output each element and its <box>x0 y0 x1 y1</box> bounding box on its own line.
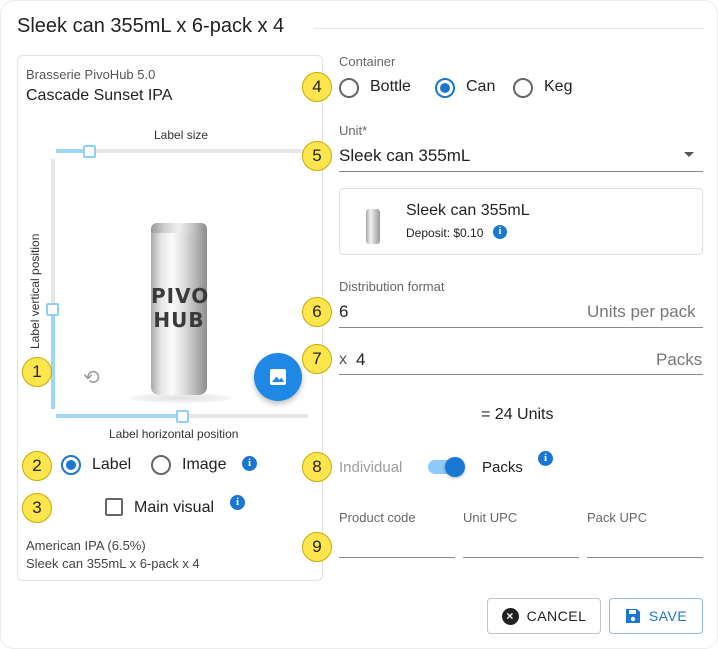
distribution-format-label: Distribution format <box>339 279 445 294</box>
change-image-button[interactable] <box>254 353 302 401</box>
title-divider <box>314 28 704 29</box>
label-horizontal-handle[interactable] <box>176 410 189 423</box>
step-badge-3: 3 <box>22 493 52 523</box>
packs-prefix: x <box>339 351 347 368</box>
packs-input[interactable]: 4 <box>356 350 365 370</box>
label-horizontal-caption: Label horizontal position <box>109 427 239 441</box>
description-style: American IPA (6.5%) <box>26 538 146 553</box>
radio-image-text: Image <box>182 456 227 473</box>
image-icon <box>270 369 286 385</box>
chevron-down-icon[interactable] <box>684 152 694 157</box>
main-visual-label: Main visual <box>134 499 215 516</box>
unit-card-deposit: Deposit: $0.10 <box>406 226 484 240</box>
unit-upc-label: Unit UPC <box>463 510 518 525</box>
cancel-button[interactable]: × CANCEL <box>487 598 601 634</box>
description-format: Sleek can 355mL x 6-pack x 4 <box>26 556 200 571</box>
container-label: Container <box>339 54 396 69</box>
unit-upc-input[interactable] <box>463 557 579 558</box>
toggle-right-label: Packs <box>482 459 523 476</box>
radio-can-text: Can <box>466 78 496 95</box>
unit-card <box>339 188 703 255</box>
step-badge-9: 9 <box>302 532 332 562</box>
step-badge-8: 8 <box>302 452 332 482</box>
step-badge-1: 1 <box>22 357 52 387</box>
can-label: PIVO HUB <box>151 284 210 332</box>
step-badge-2: 2 <box>22 451 52 481</box>
unit-select[interactable]: Sleek can 355mL <box>339 146 470 166</box>
save-button-label: SAVE <box>648 608 688 624</box>
info-icon[interactable]: i <box>538 451 553 466</box>
radio-label[interactable] <box>61 455 81 475</box>
radio-keg-text: Keg <box>544 78 573 95</box>
label-vertical-handle[interactable] <box>46 303 59 316</box>
product-format-dialog: Sleek can 355mL x 6-pack x 4 Brasserie P… <box>0 0 718 649</box>
toggle-left-label: Individual <box>339 459 403 476</box>
can-lid <box>151 223 207 233</box>
product-code-label: Product code <box>339 510 416 525</box>
units-per-pack-input[interactable]: 6 <box>339 302 348 322</box>
unit-can-thumbnail <box>366 209 380 244</box>
info-icon[interactable]: i <box>493 225 507 239</box>
close-circle-icon: × <box>501 607 519 625</box>
brewery-name: Brasserie PivoHub 5.0 <box>26 67 156 82</box>
unit-select-underline <box>339 171 703 172</box>
info-icon[interactable]: i <box>242 456 257 471</box>
radio-image[interactable] <box>151 455 171 475</box>
packs-underline <box>339 374 703 375</box>
unit-label: Unit* <box>339 123 368 138</box>
step-badge-5: 5 <box>302 141 332 171</box>
can-label-line2: HUB <box>153 308 205 332</box>
product-code-input[interactable] <box>339 557 455 558</box>
pack-upc-input[interactable] <box>587 557 703 558</box>
step-badge-6: 6 <box>302 297 332 327</box>
pack-upc-label: Pack UPC <box>587 510 647 525</box>
step-badge-4: 4 <box>302 72 332 102</box>
dialog-title: Sleek can 355mL x 6-pack x 4 <box>17 15 285 37</box>
radio-label-text: Label <box>92 456 132 473</box>
label-horizontal-fill <box>56 414 182 418</box>
radio-bottle-text: Bottle <box>370 78 411 95</box>
radio-can[interactable] <box>435 78 455 98</box>
toggle-thumb[interactable] <box>445 457 465 477</box>
label-vertical-fill <box>51 309 55 409</box>
cancel-button-label: CANCEL <box>526 608 587 624</box>
total-units: = 24 Units <box>481 406 554 423</box>
floppy-disk-icon <box>625 609 640 623</box>
step-badge-7: 7 <box>302 344 332 374</box>
label-vertical-caption: Label vertical position <box>28 233 42 349</box>
main-visual-checkbox[interactable] <box>105 498 123 516</box>
radio-keg[interactable] <box>513 78 533 98</box>
info-icon[interactable]: i <box>230 495 245 510</box>
beer-name: Cascade Sunset IPA <box>26 87 173 104</box>
save-button[interactable]: SAVE <box>609 598 703 634</box>
unit-card-name: Sleek can 355mL <box>406 202 530 219</box>
units-per-pack-underline <box>339 327 703 328</box>
units-per-pack-suffix: Units per pack <box>587 302 696 321</box>
radio-bottle[interactable] <box>339 78 359 98</box>
packs-suffix: Packs <box>656 350 703 369</box>
rotate-icon[interactable]: ⟲ <box>83 365 100 389</box>
label-size-handle[interactable] <box>83 145 96 158</box>
label-size-caption: Label size <box>154 128 209 142</box>
can-label-line1: PIVO <box>151 284 210 308</box>
